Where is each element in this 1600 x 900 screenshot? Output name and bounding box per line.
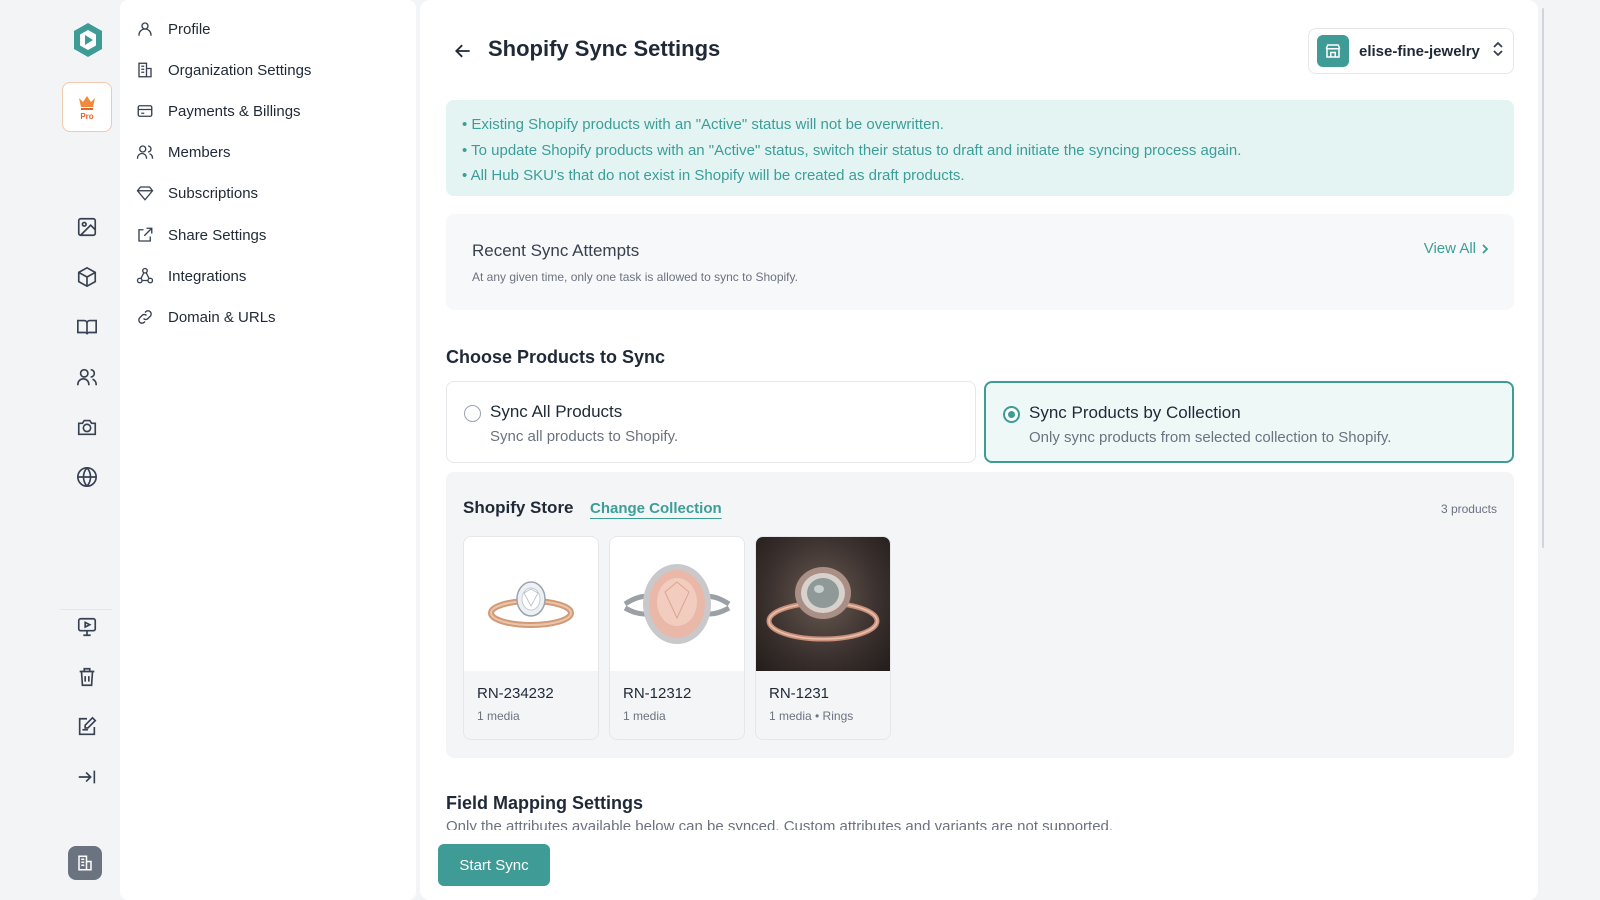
crown-icon <box>79 95 95 110</box>
product-sku: RN-1231 <box>769 685 830 702</box>
footer-bar: Start Sync <box>420 830 1538 900</box>
field-mapping-title: Field Mapping Settings <box>446 793 643 813</box>
notice-line: • Existing Shopify products with an "Act… <box>462 116 944 133</box>
left-rail: Pro <box>60 0 116 900</box>
app-logo-icon[interactable] <box>68 20 108 60</box>
chevron-right-icon <box>1482 243 1489 254</box>
store-selector[interactable]: elise-fine-jewelry <box>1308 28 1514 74</box>
menu-item-organization-settings[interactable]: Organization Settings <box>134 58 311 82</box>
option-desc: Only sync products from selected collect… <box>1029 429 1392 446</box>
recent-sync-attempts: Recent Sync Attempts At any given time, … <box>446 214 1514 310</box>
store-name: elise-fine-jewelry <box>1359 42 1480 60</box>
scrollbar[interactable] <box>1542 8 1544 548</box>
menu-item-payments-billings[interactable]: Payments & Billings <box>134 99 301 123</box>
product-image <box>756 537 890 671</box>
choose-products-title: Choose Products to Sync <box>446 347 666 367</box>
option-desc: Sync all products to Shopify. <box>490 428 679 445</box>
product-image <box>610 537 744 671</box>
building-icon <box>134 59 156 81</box>
menu-item-label: Share Settings <box>168 226 267 244</box>
collection-panel: Shopify Store Change Collection 3 produc… <box>446 472 1514 758</box>
view-all-label: View All <box>1423 240 1476 257</box>
recent-subtitle: At any given time, only one task is allo… <box>472 270 798 284</box>
book-icon[interactable] <box>72 312 102 342</box>
menu-item-profile[interactable]: Profile <box>134 17 211 41</box>
chevron-updown-icon <box>1491 40 1505 63</box>
box-icon[interactable] <box>72 262 102 292</box>
image-icon[interactable] <box>72 212 102 242</box>
product-count: 3 products <box>1440 502 1497 516</box>
main-panel: Shopify Sync Settings elise-fine-jewelry… <box>420 0 1538 900</box>
edit-checklist-icon[interactable] <box>72 712 102 742</box>
menu-item-label: Integrations <box>168 267 247 285</box>
link-icon <box>134 306 156 328</box>
rail-divider <box>60 609 112 610</box>
notice-line: • To update Shopify products with an "Ac… <box>462 141 1242 159</box>
menu-item-subscriptions[interactable]: Subscriptions <box>134 181 258 205</box>
product-card[interactable]: RN-12312 1 media <box>609 536 745 740</box>
product-card[interactable]: RN-1231 1 media • Rings <box>755 536 891 740</box>
menu-item-label: Organization Settings <box>168 61 312 79</box>
menu-item-label: Payments & Billings <box>168 102 301 120</box>
collection-title: Shopify Store <box>463 498 574 517</box>
change-collection-link[interactable]: Change Collection <box>590 500 722 517</box>
option-sync-all[interactable]: Sync All Products Sync all products to S… <box>446 381 976 463</box>
product-sku: RN-12312 <box>623 685 692 702</box>
page-title: Shopify Sync Settings <box>488 36 721 61</box>
users-icon <box>134 141 156 163</box>
collapse-icon[interactable] <box>72 762 102 792</box>
product-card[interactable]: RN-234232 1 media <box>463 536 599 740</box>
menu-item-label: Subscriptions <box>168 184 259 202</box>
menu-item-label: Domain & URLs <box>168 308 276 326</box>
organization-avatar[interactable] <box>68 846 102 880</box>
pro-badge[interactable]: Pro <box>62 82 112 132</box>
pro-label: Pro <box>80 111 94 121</box>
menu-item-label: Members <box>168 143 231 161</box>
option-title: Sync Products by Collection <box>1029 403 1241 422</box>
view-all-link[interactable]: View All <box>1424 240 1490 257</box>
menu-item-domain-urls[interactable]: Domain & URLs <box>134 305 276 329</box>
globe-icon[interactable] <box>72 462 102 492</box>
radio-sync-by-collection[interactable] <box>1003 406 1020 423</box>
menu-item-members[interactable]: Members <box>134 140 231 164</box>
card-icon <box>134 100 156 122</box>
back-arrow-icon[interactable] <box>450 38 476 64</box>
option-title: Sync All Products <box>490 402 623 421</box>
trash-icon[interactable] <box>72 662 102 692</box>
notice-line: • All Hub SKU's that do not exist in Sho… <box>462 167 965 184</box>
store-icon <box>1317 35 1349 67</box>
building-icon <box>78 855 92 871</box>
sync-notice: • Existing Shopify products with an "Act… <box>446 100 1514 196</box>
menu-item-label: Profile <box>168 20 211 38</box>
recent-title: Recent Sync Attempts <box>472 241 640 260</box>
external-link-icon <box>134 224 156 246</box>
product-meta: 1 media • Rings <box>769 709 854 723</box>
product-image <box>464 537 598 671</box>
integrations-icon <box>134 265 156 287</box>
diamond-icon <box>134 182 156 204</box>
product-meta: 1 media <box>477 709 520 723</box>
radio-sync-all[interactable] <box>464 405 481 422</box>
menu-item-integrations[interactable]: Integrations <box>134 264 246 288</box>
users-icon[interactable] <box>72 362 102 392</box>
option-sync-by-collection[interactable]: Sync Products by Collection Only sync pr… <box>984 381 1514 463</box>
menu-item-share-settings[interactable]: Share Settings <box>134 223 266 247</box>
product-sku: RN-234232 <box>477 685 554 702</box>
user-icon <box>134 18 156 40</box>
camera-icon[interactable] <box>72 412 102 442</box>
product-meta: 1 media <box>623 709 666 723</box>
settings-menu: Profile Organization Settings Payments &… <box>120 0 416 900</box>
presentation-icon[interactable] <box>72 612 102 642</box>
start-sync-button[interactable]: Start Sync <box>438 844 550 886</box>
